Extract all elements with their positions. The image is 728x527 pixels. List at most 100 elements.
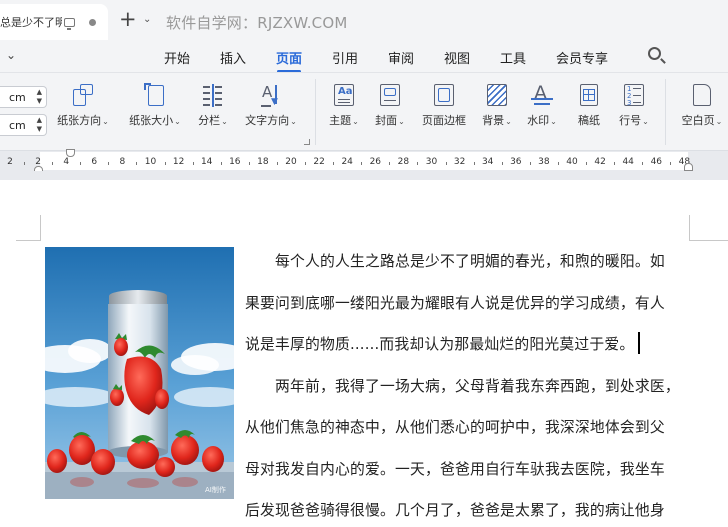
ruler-tick [305, 162, 307, 165]
ruler-number: 16 [229, 157, 241, 167]
ruler-number: 10 [144, 157, 157, 167]
manuscript-icon [578, 83, 600, 107]
chevron-down-icon: ⌄ [290, 117, 297, 126]
cover-icon [379, 83, 401, 107]
theme-icon: Aa [333, 83, 355, 107]
text-direction-icon: A ▼ [261, 83, 278, 107]
chevron-down-icon[interactable]: ⌄ [143, 14, 151, 25]
chevron-down-icon: ⌄ [102, 117, 109, 126]
text-cursor [638, 332, 641, 354]
ruler-shadow [0, 171, 728, 180]
ribbon-separator [665, 79, 666, 145]
image-watermark: AI制作 [205, 485, 226, 494]
ruler-tick [670, 162, 672, 165]
ruler-tick [642, 162, 644, 165]
menu-item-member[interactable]: 会员专享 [556, 48, 608, 67]
monitor-icon[interactable] [64, 17, 75, 30]
ruler-tick [529, 162, 531, 165]
ruler-number: 20 [285, 157, 297, 167]
background-icon [486, 83, 508, 107]
ruler-tick [108, 162, 110, 165]
paragraph-line: 说是丰厚的物质......而我却认为那最灿烂的阳光莫过于爱。 [245, 331, 695, 373]
chevron-down-icon: ⌄ [642, 117, 649, 126]
menu-item-tools[interactable]: 工具 [500, 48, 526, 67]
new-tab-plus-icon[interactable]: + [119, 9, 137, 30]
cover-button[interactable]: 封面⌄ [370, 83, 410, 128]
search-icon[interactable] [648, 47, 661, 60]
document-body[interactable]: 每个人的人生之路总是少不了明媚的春光，和煦的暖阳。如 果要问到底哪一缕阳光最为耀… [245, 248, 695, 527]
stepper-arrows-icon[interactable]: ▲ ▼ [37, 116, 42, 134]
ruler-text-area [40, 152, 688, 170]
margin-unit-label: cm [9, 91, 26, 104]
ruler-tick [501, 162, 503, 165]
ruler-tick [136, 162, 138, 165]
theme-label: 主题 [329, 114, 352, 127]
line-number-button[interactable]: 123 行号⌄ [614, 83, 654, 128]
ruler-tick [333, 162, 335, 165]
ruler-number: 12 [172, 157, 185, 167]
right-indent-marker[interactable] [684, 163, 693, 171]
ruler-number: 36 [510, 157, 522, 167]
columns-button[interactable]: 分栏⌄ [193, 83, 233, 128]
dialog-launcher-icon[interactable] [304, 139, 310, 145]
paragraph-line: 每个人的人生之路总是少不了明媚的春光，和煦的暖阳。如 [245, 253, 665, 270]
manuscript-button[interactable]: 稿纸 [570, 83, 608, 128]
ruler-number: 44 [622, 157, 634, 167]
paragraph-line-text: 说是丰厚的物质......而我却认为那最灿烂的阳光莫过于爱。 [245, 336, 635, 353]
menu-item-view[interactable]: 视图 [444, 48, 470, 67]
menu-item-references[interactable]: 引用 [332, 48, 358, 67]
ruler-tick [52, 162, 54, 165]
paper-orientation-label: 纸张方向 [57, 114, 102, 127]
chevron-down-icon: ⌄ [221, 117, 228, 126]
watermark-icon: A [531, 82, 553, 107]
ruler-tick [614, 162, 616, 165]
document-tab[interactable]: 总是少不了明 [0, 4, 108, 40]
ruler-tick [248, 162, 250, 165]
paper-orientation-button[interactable]: 纸张方向⌄ [55, 83, 111, 128]
paper-size-button[interactable]: 纸张大小⌄ [126, 83, 184, 128]
margin-top-stepper[interactable]: cm ▲ ▼ [0, 86, 47, 108]
stepper-arrows-icon[interactable]: ▲ ▼ [37, 88, 42, 106]
theme-button[interactable]: Aa 主题⌄ [324, 83, 364, 128]
background-button[interactable]: 背景⌄ [477, 83, 517, 128]
ribbon-toolbar: cm ▲ ▼ cm ▲ ▼ 纸张方向⌄ 纸张大小⌄ 分栏⌄ A ▼ 文字方向⌄ … [0, 73, 728, 151]
page-border-button[interactable]: 页面边框 [418, 83, 470, 128]
watermark-button[interactable]: A 水印⌄ [522, 82, 562, 128]
strawberry-can-image[interactable]: AI制作 [45, 247, 234, 499]
ruler-number: 24 [341, 157, 353, 167]
text-direction-button[interactable]: A ▼ 文字方向⌄ [241, 83, 301, 128]
ruler-tick [80, 162, 82, 165]
paragraph-line: 母对我发自内心的爱。一天，爸爸用自行车驮我去医院，我坐车 [245, 460, 665, 478]
menu-item-page[interactable]: 页面 [276, 48, 302, 67]
ruler-tick [445, 162, 447, 165]
menu-item-review[interactable]: 审阅 [388, 48, 414, 67]
cover-label: 封面 [375, 114, 398, 127]
blank-page-icon [691, 83, 713, 107]
manuscript-label: 稿纸 [578, 114, 600, 127]
menu-item-start[interactable]: 开始 [164, 48, 190, 67]
ruler-number: 8 [119, 157, 126, 167]
ruler-number: 22 [313, 157, 325, 167]
columns-icon [202, 83, 224, 107]
ruler-tick [24, 162, 26, 165]
ribbon-separator [315, 79, 316, 145]
ruler-number: 14 [200, 157, 213, 167]
paper-size-icon [144, 83, 166, 107]
menu-bar: ⌄ 开始 插入 页面 引用 审阅 视图 工具 会员专享 [0, 40, 728, 73]
ruler-number: 42 [594, 157, 606, 167]
document-tab-label: 总是少不了明 [0, 16, 62, 29]
ruler-tick [473, 162, 475, 165]
ruler-number: 4 [63, 157, 70, 167]
blank-page-button[interactable]: 空白页⌄ [676, 83, 728, 128]
ruler-number: 2 [7, 157, 13, 167]
ruler-tick [164, 162, 166, 165]
ruler-number: 28 [397, 157, 410, 167]
ruler-number: 34 [481, 157, 494, 167]
first-line-indent-marker[interactable] [66, 149, 75, 157]
crop-mark [16, 240, 41, 241]
chevron-down-icon[interactable]: ⌄ [6, 48, 16, 62]
menu-item-insert[interactable]: 插入 [220, 48, 246, 67]
margin-bottom-stepper[interactable]: cm ▲ ▼ [0, 114, 47, 136]
ruler-tick [586, 162, 588, 165]
unsaved-dot-icon[interactable] [89, 18, 96, 26]
